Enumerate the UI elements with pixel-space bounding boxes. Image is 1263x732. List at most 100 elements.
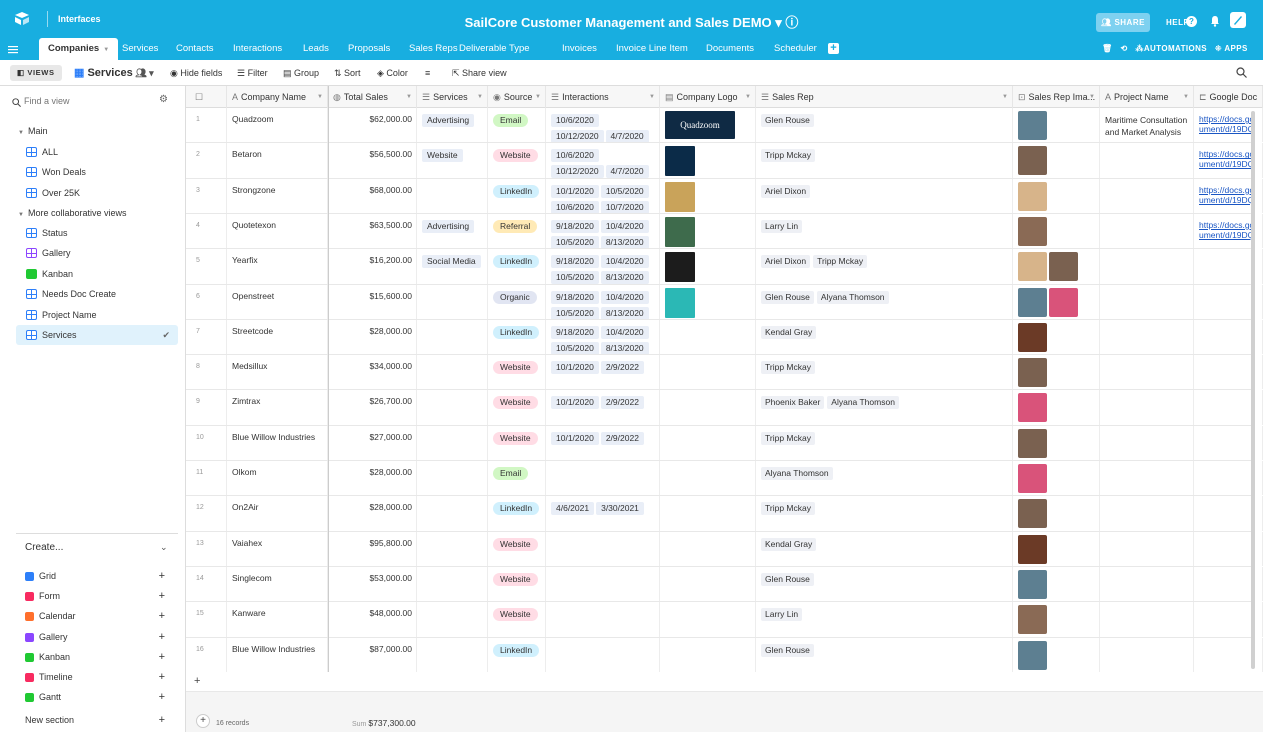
sidebar-view-services[interactable]: Services ✔ bbox=[16, 325, 178, 345]
company-name-cell[interactable]: Zimtrax bbox=[227, 390, 328, 425]
services-cell[interactable] bbox=[417, 461, 488, 496]
column-header-project-name[interactable]: A Project Name ▼ bbox=[1100, 86, 1194, 108]
color-button[interactable]: ◈ Color bbox=[377, 60, 408, 86]
table-row[interactable]: 10 Blue Willow Industries $27,000.00 Websit… bbox=[186, 425, 1263, 462]
source-cell[interactable]: Website bbox=[488, 355, 546, 390]
chevron-down-icon[interactable]: ▼ bbox=[406, 86, 412, 108]
source-cell[interactable]: LinkedIn bbox=[488, 178, 546, 213]
sales-rep-image-cell[interactable] bbox=[1013, 284, 1100, 319]
tab-interactions[interactable]: Interactions bbox=[233, 38, 282, 60]
automations-button[interactable]: ⁂AUTOMATIONS bbox=[1135, 44, 1207, 53]
sales-rep-image-cell[interactable] bbox=[1013, 108, 1100, 143]
total-sales-cell[interactable]: $28,000.00 bbox=[328, 319, 417, 355]
interactions-cell[interactable] bbox=[546, 637, 660, 672]
table-row[interactable]: 7 Streetcode $28,000.00 LinkedIn 9/18/2020 10… bbox=[186, 319, 1263, 356]
table-row[interactable]: 13 Vaiahex $95,800.00 Website Kendal Gray bbox=[186, 531, 1263, 567]
row-number[interactable]: 12 bbox=[186, 496, 227, 531]
chevron-down-icon[interactable]: ▼ bbox=[649, 86, 655, 108]
project-name-cell[interactable] bbox=[1100, 566, 1194, 602]
project-name-cell[interactable] bbox=[1100, 425, 1194, 461]
company-name-cell[interactable]: On2Air bbox=[227, 496, 328, 531]
project-name-cell[interactable] bbox=[1100, 637, 1194, 672]
row-number[interactable]: 3 bbox=[186, 178, 227, 213]
services-cell[interactable]: Website bbox=[417, 143, 488, 178]
company-logo-cell[interactable] bbox=[660, 319, 756, 355]
column-header-company-logo[interactable]: ▤ Company Logo ▼ bbox=[660, 86, 756, 108]
row-number[interactable]: 14 bbox=[186, 566, 227, 602]
total-sales-cell[interactable]: $63,500.00 bbox=[328, 213, 417, 249]
interactions-cell[interactable]: 4/6/2021 3/30/2021 bbox=[546, 496, 660, 531]
table-row[interactable]: 3 Strongzone $68,000.00 LinkedIn 10/1/2020 10… bbox=[186, 178, 1263, 214]
services-cell[interactable] bbox=[417, 496, 488, 531]
sales-rep-cell[interactable]: Alyana Thomson bbox=[756, 461, 1013, 496]
column-header-source[interactable]: ◉ Source ▼ bbox=[488, 86, 546, 108]
tab-scheduler[interactable]: Scheduler bbox=[774, 38, 817, 60]
share-button[interactable]: 👥︎ SHARE bbox=[1096, 13, 1150, 32]
column-header-interactions[interactable]: ☰ Interactions ▼ bbox=[546, 86, 660, 108]
chevron-down-icon[interactable]: ▼ bbox=[1002, 86, 1008, 108]
total-sales-cell[interactable]: $15,600.00 bbox=[328, 284, 417, 319]
sales-rep-cell[interactable]: Glen Rouse Alyana Thomson bbox=[756, 284, 1013, 319]
services-cell[interactable] bbox=[417, 390, 488, 425]
table-row[interactable]: 6 Openstreet $15,600.00 Organic 9/18/2020 10/… bbox=[186, 284, 1263, 320]
find-view-input[interactable] bbox=[24, 96, 144, 106]
services-cell[interactable] bbox=[417, 425, 488, 461]
services-cell[interactable]: Social Media bbox=[417, 249, 488, 284]
views-toggle-button[interactable]: ◧ VIEWS bbox=[10, 65, 62, 81]
services-cell[interactable] bbox=[417, 355, 488, 390]
column-header-services[interactable]: ☰ Services ▼ bbox=[417, 86, 488, 108]
hide-fields-button[interactable]: ◉ Hide fields bbox=[170, 60, 222, 86]
table-row[interactable]: 12 On2Air $28,000.00 LinkedIn 4/6/2021 3/30/2… bbox=[186, 496, 1263, 532]
row-number[interactable]: 8 bbox=[186, 355, 227, 390]
tab-documents[interactable]: Documents bbox=[706, 38, 754, 60]
project-name-cell[interactable] bbox=[1100, 602, 1194, 637]
section-collab[interactable]: ▼ More collaborative views bbox=[18, 208, 127, 218]
company-logo-cell[interactable]: Quadzoom bbox=[660, 108, 756, 143]
table-row[interactable]: 2 Betaron $56,500.00 Website Website 10/6/202… bbox=[186, 143, 1263, 179]
sales-rep-image-cell[interactable] bbox=[1013, 143, 1100, 178]
tab-deliverable-type[interactable]: Deliverable Type bbox=[459, 38, 530, 60]
column-header-company-name[interactable]: A Company Name ▼ bbox=[227, 86, 328, 108]
company-name-cell[interactable]: Streetcode bbox=[227, 319, 328, 355]
sales-rep-image-cell[interactable] bbox=[1013, 425, 1100, 461]
company-name-cell[interactable]: Singlecom bbox=[227, 566, 328, 602]
project-name-cell[interactable] bbox=[1100, 319, 1194, 355]
table-row[interactable]: 4 Quotetexon $63,500.00 Advertising Referral… bbox=[186, 213, 1263, 250]
trash-icon[interactable]: 🗑︎ bbox=[1102, 44, 1113, 53]
sales-rep-cell[interactable]: Tripp Mckay bbox=[756, 425, 1013, 461]
company-logo-cell[interactable] bbox=[660, 213, 756, 249]
company-name-cell[interactable]: Olkom bbox=[227, 461, 328, 496]
sidebar-view-status[interactable]: Status bbox=[16, 223, 178, 243]
total-sales-cell[interactable]: $62,000.00 bbox=[328, 108, 417, 143]
google-doc-link[interactable]: https://docs.go bbox=[1199, 149, 1257, 159]
user-avatar[interactable] bbox=[1230, 12, 1246, 28]
total-sales-cell[interactable]: $34,000.00 bbox=[328, 355, 417, 390]
sales-rep-cell[interactable]: Ariel Dixon bbox=[756, 178, 1013, 213]
apps-button[interactable]: ⁜ APPS bbox=[1215, 44, 1248, 53]
project-name-cell[interactable] bbox=[1100, 249, 1194, 284]
sales-rep-image-cell[interactable] bbox=[1013, 249, 1100, 284]
sidebar-view-won-deals[interactable]: Won Deals bbox=[16, 162, 178, 182]
interactions-cell[interactable]: 10/1/2020 2/9/2022 bbox=[546, 355, 660, 390]
row-number[interactable]: 11 bbox=[186, 461, 227, 496]
add-table-icon[interactable]: + bbox=[828, 43, 839, 54]
sales-rep-image-cell[interactable] bbox=[1013, 355, 1100, 390]
sort-button[interactable]: ⇅ Sort bbox=[334, 60, 361, 86]
source-cell[interactable]: Website bbox=[488, 531, 546, 566]
company-name-cell[interactable]: Medsillux bbox=[227, 355, 328, 390]
tab-invoices[interactable]: Invoices bbox=[562, 38, 597, 60]
sales-rep-image-cell[interactable] bbox=[1013, 602, 1100, 637]
sidebar-view-project-name[interactable]: Project Name bbox=[16, 305, 178, 325]
google-doc-link[interactable]: ument/d/19DQ bbox=[1199, 124, 1257, 134]
gear-icon[interactable]: ⚙ bbox=[159, 94, 168, 105]
base-title[interactable]: SailCore Customer Management and Sales D… bbox=[0, 12, 1263, 31]
tab-companies[interactable]: Companies ▼ bbox=[39, 38, 119, 60]
services-cell[interactable]: Advertising bbox=[417, 213, 488, 249]
vertical-scrollbar[interactable] bbox=[1251, 111, 1255, 669]
sales-rep-cell[interactable]: Larry Lin bbox=[756, 213, 1013, 249]
chevron-down-icon[interactable]: ⌄ bbox=[160, 542, 168, 553]
total-sales-cell[interactable]: $48,000.00 bbox=[328, 602, 417, 637]
sales-rep-cell[interactable]: Ariel Dixon Tripp Mckay bbox=[756, 249, 1013, 284]
total-sales-cell[interactable]: $68,000.00 bbox=[328, 178, 417, 213]
sales-rep-cell[interactable]: Kendal Gray bbox=[756, 531, 1013, 566]
